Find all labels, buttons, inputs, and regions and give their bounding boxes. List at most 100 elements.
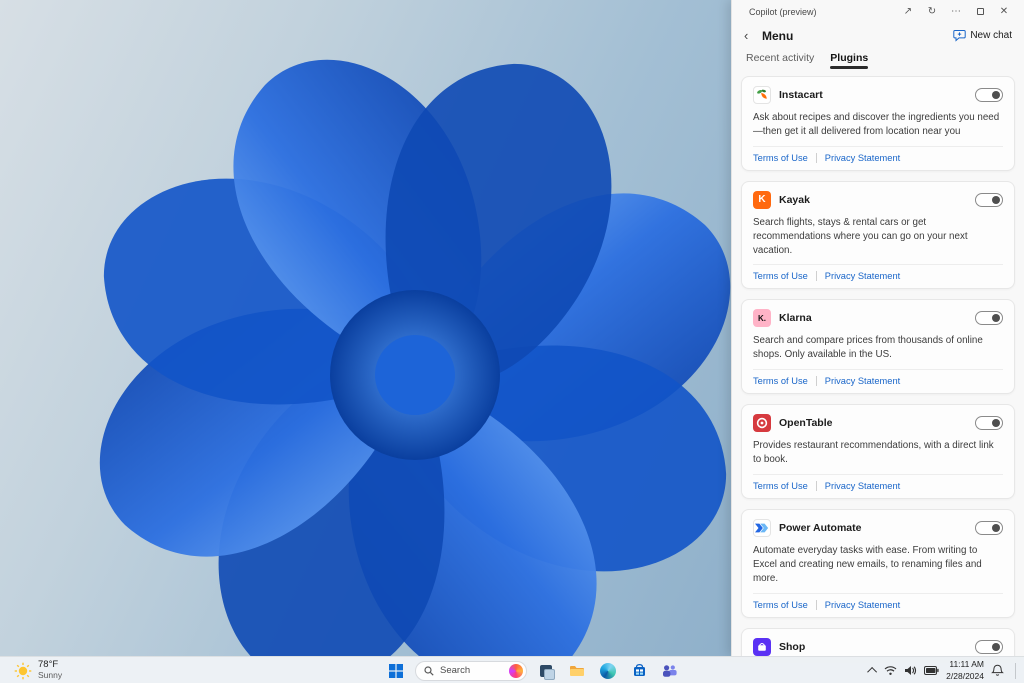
start-button[interactable] [384,659,408,683]
terms-of-use-link[interactable]: Terms of Use [753,153,808,163]
task-view-icon [540,664,555,680]
plugin-name: OpenTable [779,417,833,430]
weather-widget[interactable]: 78°F Sunny [8,657,68,683]
teams-button[interactable] [658,659,682,683]
plugin-name: Power Automate [779,522,862,535]
tab-plugins[interactable]: Plugins [830,52,868,70]
plugin-card-opentable: OpenTable Provides restaurant recommenda… [741,404,1015,500]
plugin-card-power-automate: Power Automate Automate everyday tasks w… [741,509,1015,618]
plugin-card-instacart: Instacart Ask about recipes and discover… [741,75,1015,171]
link-divider [815,152,817,163]
new-chat-label: New chat [970,30,1012,41]
plugin-name: Kayak [779,193,810,206]
terms-of-use-link[interactable]: Terms of Use [753,271,808,281]
terms-of-use-link[interactable]: Terms of Use [753,600,808,610]
kayak-icon: K [753,190,771,209]
wifi-icon[interactable] [884,665,897,676]
plugin-links: Terms of Use Privacy Statement [753,592,1003,610]
taskbar-center: Search [384,657,682,683]
toggle-knob [992,90,1000,99]
search-highlights-icon [509,663,523,678]
volume-icon[interactable] [904,665,917,676]
power-automate-toggle[interactable] [975,521,1003,536]
terms-of-use-link[interactable]: Terms of Use [753,481,808,491]
windows-logo-icon [389,663,403,678]
menu-title: Menu [762,28,794,43]
klarna-toggle[interactable] [975,311,1003,326]
edge-icon [600,662,616,679]
more-options-icon[interactable]: ⋯ [944,2,968,22]
card-header: K. Klarna [753,309,1003,328]
file-explorer-button[interactable] [565,659,589,683]
card-header: Power Automate [753,519,1003,538]
card-header: Shop [753,637,1003,656]
privacy-statement-link[interactable]: Privacy Statement [825,153,900,163]
close-icon[interactable]: ✕ [992,2,1016,22]
terms-of-use-link[interactable]: Terms of Use [753,376,808,386]
privacy-statement-link[interactable]: Privacy Statement [825,481,900,491]
task-view-front-pane [544,668,555,680]
plugin-name: Instacart [779,88,823,101]
power-automate-icon [753,519,771,538]
toggle-knob [992,314,1000,323]
taskbar-search-box[interactable]: Search [415,660,527,681]
plugin-description: Search flights, stays & rental cars or g… [753,216,968,256]
privacy-statement-link[interactable]: Privacy Statement [825,376,900,386]
weather-text: 78°F Sunny [38,659,63,681]
klarna-icon: K. [753,309,771,328]
plugin-description: Automate everyday tasks with ease. From … [753,545,982,584]
plugin-links: Terms of Use Privacy Statement [753,369,1003,387]
taskbar: 78°F Sunny Search 11:11 AM 2/28/2024 [0,656,1024,683]
link-divider [815,271,817,282]
task-view-button[interactable] [534,659,558,683]
show-desktop-strip[interactable] [1015,662,1016,679]
back-chevron-icon[interactable]: ‹ [744,28,762,43]
shop-icon [753,637,771,656]
privacy-statement-link[interactable]: Privacy Statement [825,600,900,610]
toggle-knob [992,419,1000,428]
plugin-links: Terms of Use Privacy Statement [753,145,1003,163]
tray-overflow-chevron-icon[interactable] [867,666,878,677]
restore-window-icon[interactable] [968,2,992,22]
refresh-icon[interactable]: ↻ [920,2,944,22]
plugin-card-klarna: K. Klarna Search and compare prices from… [741,299,1015,395]
toggle-knob [992,524,1000,533]
instacart-toggle[interactable] [975,87,1003,102]
plugin-description: Ask about recipes and discover the ingre… [753,111,1000,137]
plugin-description: Provides restaurant recommendations, wit… [753,440,994,466]
microsoft-store-button[interactable] [627,659,651,683]
kayak-toggle[interactable] [975,192,1003,207]
clock[interactable]: 11:11 AM 2/28/2024 [946,659,984,681]
microsoft-store-icon [633,663,645,676]
menu-header: ‹ Menu New chat [732,23,1024,48]
copilot-window-title: Copilot (preview) [749,6,817,17]
shop-toggle[interactable] [975,639,1003,654]
new-chat-button[interactable]: New chat [953,29,1012,42]
plugin-description: Search and compare prices from thousands… [753,335,983,361]
system-tray: 11:11 AM 2/28/2024 [867,657,1020,683]
privacy-statement-link[interactable]: Privacy Statement [825,271,900,281]
opentable-icon [753,414,771,433]
notifications-bell-icon[interactable] [991,664,1004,677]
card-header: K Kayak [753,190,1003,209]
teams-icon [663,664,677,677]
tab-bar: Recent activity Plugins [732,48,1024,70]
bloom-artwork [63,23,731,656]
copilot-titlebar: Copilot (preview) ↗ ↻ ⋯ ✕ [732,0,1024,23]
plugin-links: Terms of Use Privacy Statement [753,264,1003,282]
new-chat-icon [953,30,967,42]
plugin-links: Terms of Use Privacy Statement [753,474,1003,492]
tab-recent-activity[interactable]: Recent activity [746,52,814,70]
open-in-window-icon[interactable]: ↗ [896,2,920,22]
link-divider [815,376,817,387]
plugin-name: Klarna [779,312,812,325]
toggle-knob [992,642,1000,651]
copilot-panel: Copilot (preview) ↗ ↻ ⋯ ✕ ‹ Menu New cha… [731,0,1024,656]
plugin-list: Instacart Ask about recipes and discover… [732,70,1024,656]
toggle-knob [992,195,1000,204]
battery-icon[interactable] [924,666,939,675]
opentable-toggle[interactable] [975,416,1003,431]
weather-condition: Sunny [38,670,63,681]
klarna-glyph: K. [758,313,766,323]
edge-button[interactable] [596,659,620,683]
